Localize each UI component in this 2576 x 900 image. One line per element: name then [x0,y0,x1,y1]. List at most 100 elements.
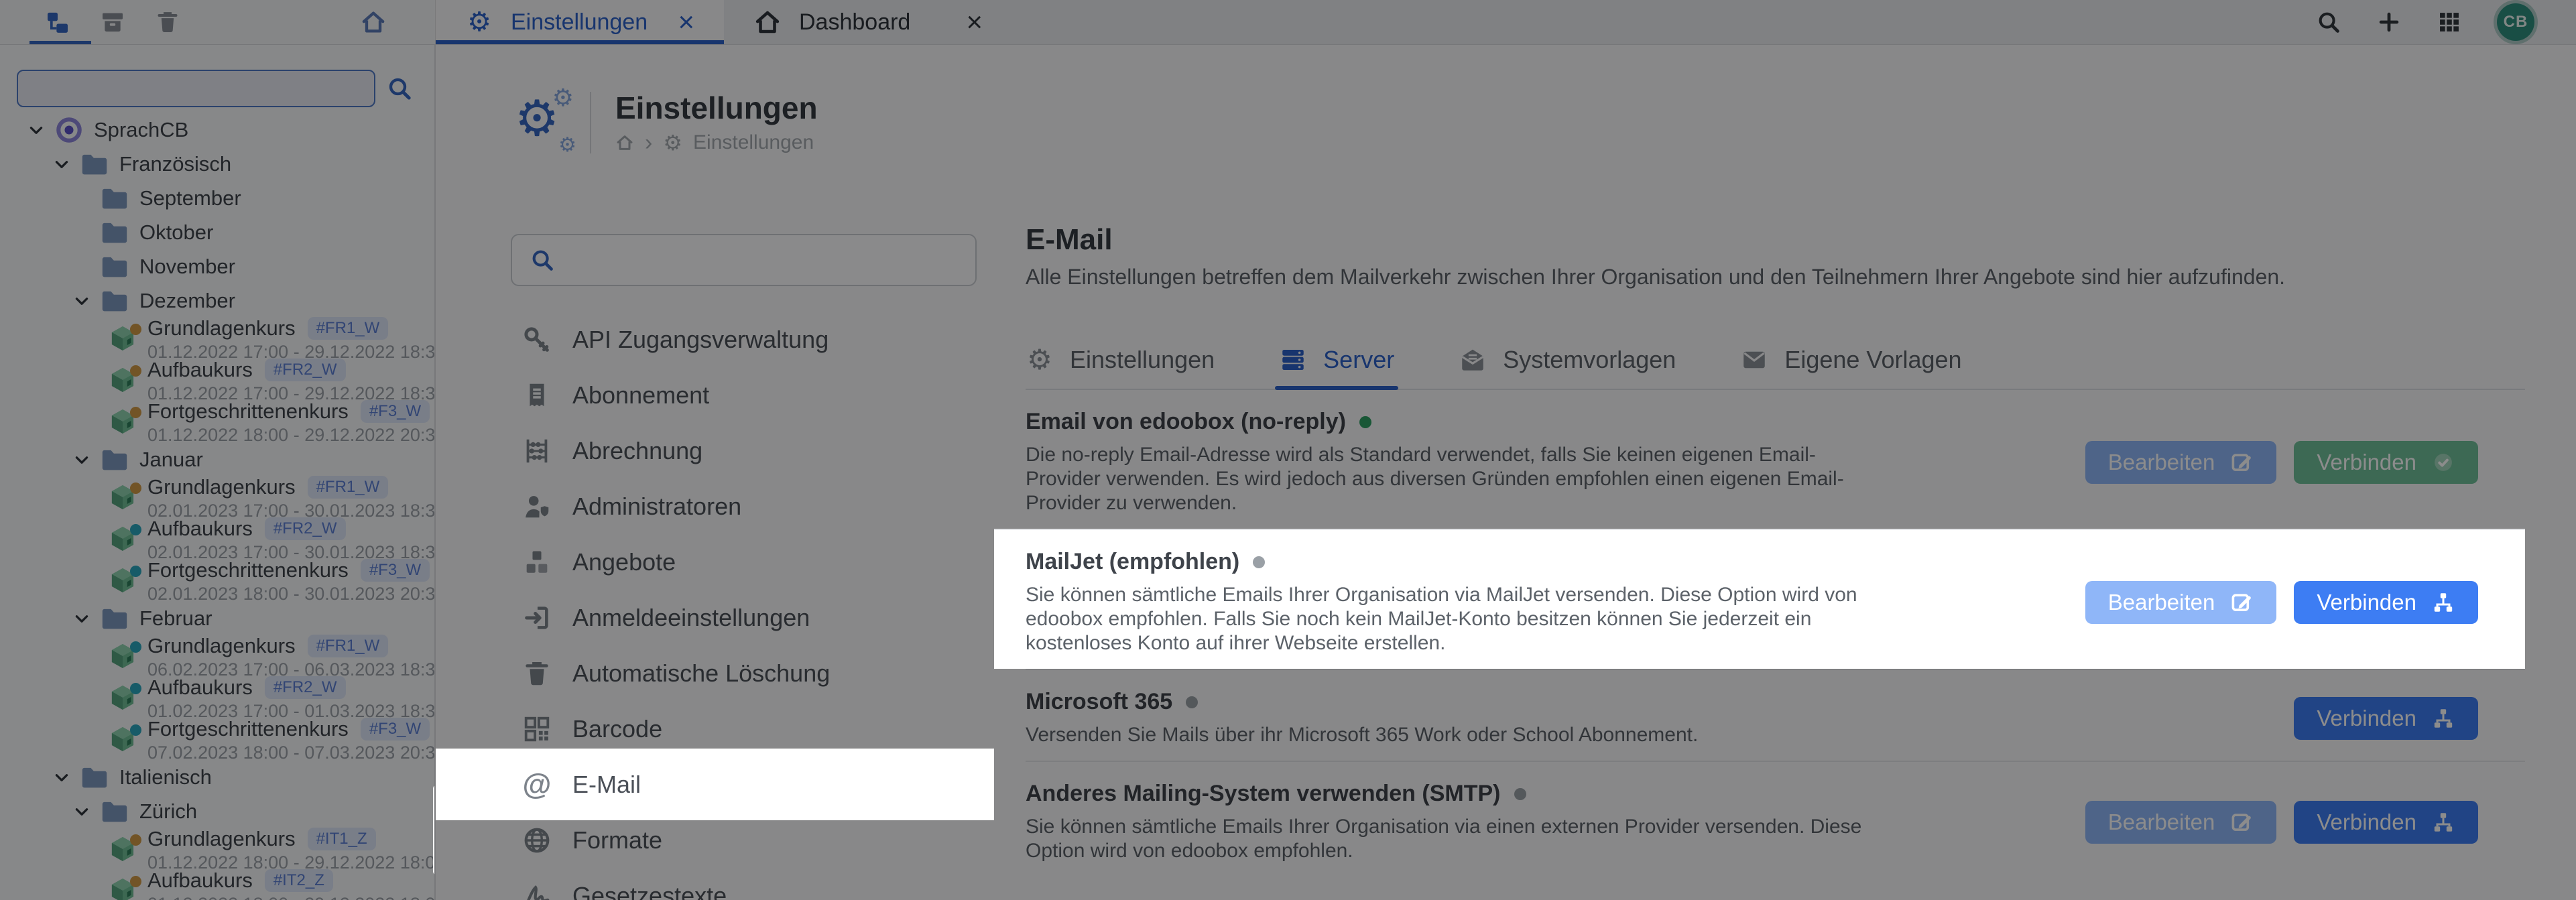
tree-item-franz-sisch[interactable]: Französisch [0,147,434,181]
course-dates: 02.01.2023 18:00 - 30.01.2023 20:30 [147,585,434,603]
tab-dashboard[interactable]: Dashboard× [724,0,1012,44]
chevron-down-icon[interactable] [23,121,50,139]
receipt-icon [522,380,552,411]
sidebar-item-angebote[interactable]: Angebote [436,534,994,590]
globe-icon [522,825,552,856]
tree-item-januar[interactable]: Januar [0,442,434,476]
bearbeiten-button[interactable]: Bearbeiten [2085,801,2277,844]
search-icon[interactable] [386,75,413,102]
course-badge: #FR1_W [308,635,389,657]
chevron-down-icon[interactable] [68,451,95,468]
home-icon[interactable] [615,133,634,152]
course-dates: 01.12.2022 18:00 - 29.12.2022 18:00 [147,895,434,900]
folder-icon [79,762,110,793]
sidebar-item-e-mail[interactable]: @E-Mail [436,749,994,820]
sidebar-item-api-zugangsverwaltung[interactable]: API Zugangsverwaltung [436,312,994,367]
tree-item-grundlagenkurs[interactable]: Grundlagenkurs#FR1_W01.12.2022 17:00 - 2… [0,318,434,359]
tree-item-oktober[interactable]: Oktober [0,215,434,249]
tree-item-november[interactable]: November [0,249,434,283]
archive-icon[interactable] [99,9,126,36]
course-icon [107,724,138,755]
tab-einstellungen[interactable]: ⚙Einstellungen× [436,0,724,44]
tree-item-label: September [139,186,241,210]
tree-item-label: Grundlagenkurs [147,316,296,340]
tab-systemvorlagen[interactable]: Systemvorlagen [1459,331,1676,389]
sidebar-item-automatische-l-schung[interactable]: Automatische Löschung [436,645,994,701]
tree-item-aufbaukurs[interactable]: Aufbaukurs#IT2_Z01.12.2022 18:00 - 29.12… [0,870,434,900]
tree-item-aufbaukurs[interactable]: Aufbaukurs#FR2_W02.01.2023 17:00 - 30.01… [0,518,434,560]
page-header: ⚙⚙⚙ Einstellungen › ⚙ Einstellungen [515,76,2576,170]
close-icon[interactable]: × [678,8,694,36]
tree-item-z-rich[interactable]: Zürich [0,794,434,828]
section-title: E-Mail [1026,223,2525,257]
trash-icon [522,658,552,689]
sidebar-item-label: Barcode [572,715,662,743]
bearbeiten-button[interactable]: Bearbeiten [2085,581,2277,624]
breadcrumb: › ⚙ Einstellungen [615,131,818,154]
plus-icon[interactable] [2376,9,2402,35]
sidebar-item-label: Administratoren [572,493,741,521]
tab-label: Einstellungen [1070,346,1215,374]
tab-server[interactable]: Server [1279,331,1394,389]
tree-item-dezember[interactable]: Dezember [0,283,434,318]
tree-item-fortgeschrittenenkurs[interactable]: Fortgeschrittenenkurs#F3_W07.02.2023 18:… [0,718,434,760]
chevron-down-icon[interactable] [48,155,75,173]
chevron-down-icon[interactable] [68,610,95,627]
pencil-square-icon [2229,450,2254,474]
sidebar-item-abonnement[interactable]: Abonnement [436,367,994,423]
trash-icon[interactable] [154,9,181,36]
tree-item-fortgeschrittenenkurs[interactable]: Fortgeschrittenenkurs#F3_W01.12.2022 18:… [0,401,434,442]
verbinden-button[interactable]: Verbinden [2294,697,2478,740]
button-label: Verbinden [2317,450,2416,475]
button-label: Verbinden [2317,706,2416,731]
status-dot [1359,416,1371,428]
course-icon [107,323,138,354]
course-icon [107,365,138,395]
bearbeiten-button[interactable]: Bearbeiten [2085,441,2277,484]
course-icon [107,834,138,864]
sitemap-icon[interactable] [44,9,71,36]
tree-item-aufbaukurs[interactable]: Aufbaukurs#FR2_W01.02.2023 17:00 - 01.03… [0,677,434,718]
tree-item-label: Aufbaukurs [147,676,253,700]
sidebar-item-anmeldeeinstellungen[interactable]: Anmeldeeinstellungen [436,590,994,645]
grid-icon[interactable] [2437,9,2462,35]
verbinden-button[interactable]: Verbinden [2294,581,2478,624]
chevron-down-icon[interactable] [48,769,75,786]
tree-item-grundlagenkurs[interactable]: Grundlagenkurs#FR1_W06.02.2023 17:00 - 0… [0,635,434,677]
tree-item-aufbaukurs[interactable]: Aufbaukurs#FR2_W01.12.2022 17:00 - 29.12… [0,359,434,401]
tree-item-februar[interactable]: Februar [0,601,434,635]
tree-item-italienisch[interactable]: Italienisch [0,760,434,794]
search-icon[interactable] [2316,9,2341,35]
tree-search-input[interactable] [17,70,375,107]
chevron-down-icon[interactable] [68,292,95,310]
sidebar-item-gesetzestexte[interactable]: Gesetzestexte [436,868,994,900]
tree-item-september[interactable]: September [0,181,434,215]
avatar[interactable]: CB [2497,3,2534,41]
course-status-dot [130,407,141,418]
verbinden-button[interactable]: Verbinden [2294,441,2478,484]
cubes-icon [522,547,552,578]
home-icon[interactable] [360,9,387,36]
breadcrumb-item[interactable]: Einstellungen [693,131,814,154]
course-status-dot [130,683,141,694]
tree-item-sprachcb[interactable]: SprachCB [0,113,434,147]
status-dot [1253,556,1265,568]
chevron-down-icon[interactable] [68,803,95,820]
tree-item-grundlagenkurs[interactable]: Grundlagenkurs#FR1_W02.01.2023 17:00 - 3… [0,476,434,518]
button-label: Verbinden [2317,590,2416,615]
sidebar-item-administratoren[interactable]: Administratoren [436,478,994,534]
tree-item-fortgeschrittenenkurs[interactable]: Fortgeschrittenenkurs#F3_W02.01.2023 18:… [0,560,434,601]
sidebar-item-formate[interactable]: Formate [436,812,994,868]
verbinden-button[interactable]: Verbinden [2294,801,2478,844]
tab-einstellungen[interactable]: ⚙Einstellungen [1026,331,1215,389]
abacus-icon [522,436,552,466]
tab-eigene-vorlagen[interactable]: Eigene Vorlagen [1740,331,1961,389]
mail-icon [1740,346,1768,374]
course-badge: #F3_W [361,718,430,741]
tab-label: Einstellungen [511,9,648,36]
settings-search-input[interactable] [570,247,958,273]
close-icon[interactable]: × [966,8,983,36]
tree-item-grundlagenkurs[interactable]: Grundlagenkurs#IT1_Z01.12.2022 18:00 - 2… [0,828,434,870]
check-circle-icon [2431,450,2455,474]
sidebar-item-abrechnung[interactable]: Abrechnung [436,423,994,478]
